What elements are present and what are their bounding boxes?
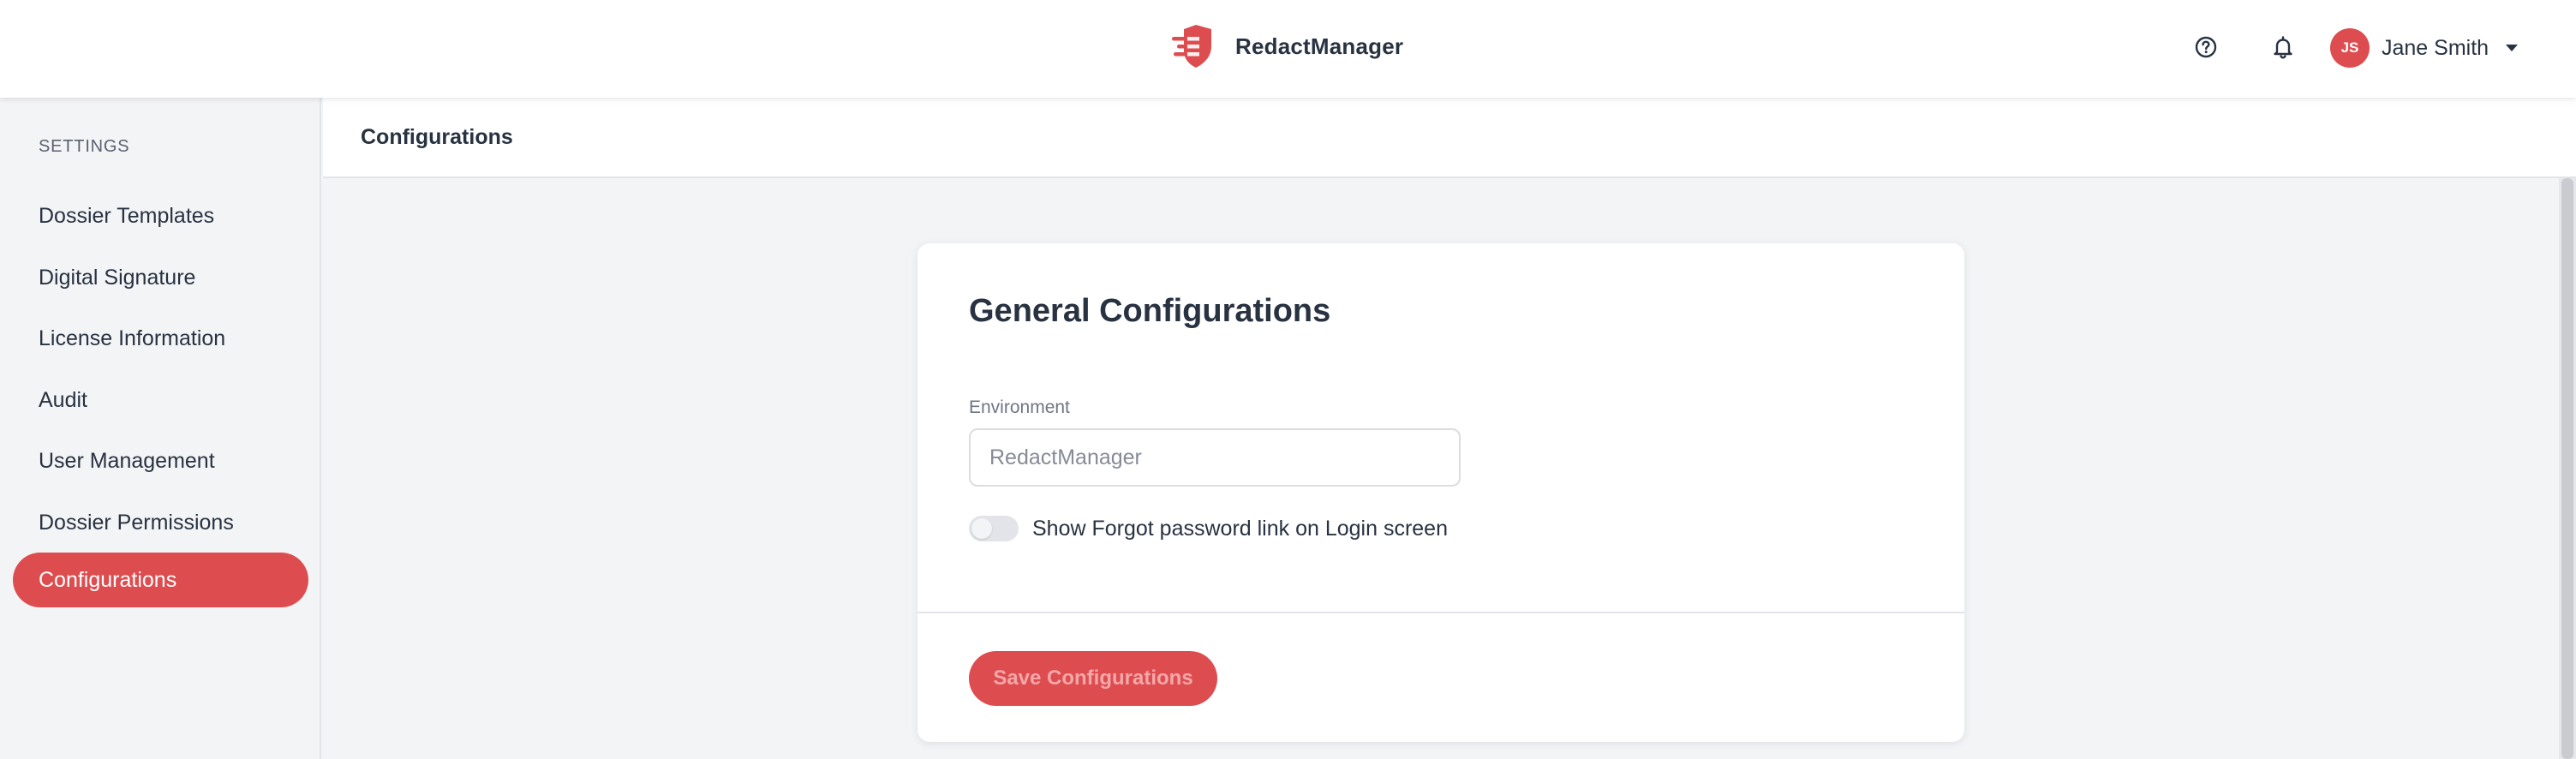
brand-name: RedactManager xyxy=(1235,33,1404,59)
sidebar-item-audit[interactable]: Audit xyxy=(13,373,308,427)
notifications-button[interactable] xyxy=(2268,32,2298,63)
brand-logo[interactable]: RedactManager xyxy=(1170,21,1403,72)
sidebar-item-license-information[interactable]: License Information xyxy=(13,311,308,366)
avatar: JS xyxy=(2330,28,2370,68)
caret-down-icon xyxy=(2506,45,2519,51)
sidebar-item-dossier-templates[interactable]: Dossier Templates xyxy=(13,188,308,243)
user-menu[interactable]: JS Jane Smith xyxy=(2330,27,2519,69)
question-circle-icon xyxy=(2195,36,2217,58)
settings-sidebar: SETTINGS Dossier Templates Digital Signa… xyxy=(0,98,321,759)
help-button[interactable] xyxy=(2190,32,2221,63)
sidebar-item-user-management[interactable]: User Management xyxy=(13,433,308,488)
page-title: Configurations xyxy=(361,124,513,149)
sidebar-item-dossier-permissions[interactable]: Dossier Permissions xyxy=(13,495,308,550)
sidebar-item-digital-signature[interactable]: Digital Signature xyxy=(13,250,308,305)
sidebar-item-configurations[interactable]: Configurations xyxy=(13,553,308,607)
top-bar: RedactManager JS Jane Smith xyxy=(0,0,2576,98)
card-divider xyxy=(917,612,1964,613)
toggle-knob xyxy=(971,518,992,539)
user-name: Jane Smith xyxy=(2382,35,2489,60)
page-header: Configurations xyxy=(323,98,2576,178)
scrollbar-thumb[interactable] xyxy=(2561,178,2573,759)
environment-label: Environment xyxy=(969,397,1070,417)
forgot-password-toggle[interactable] xyxy=(969,516,1019,541)
sidebar-heading: SETTINGS xyxy=(39,137,130,156)
bell-icon xyxy=(2274,36,2292,59)
card-title: General Configurations xyxy=(969,293,1331,329)
forgot-password-toggle-row: Show Forgot password link on Login scree… xyxy=(969,514,1448,543)
shield-logo-icon xyxy=(1172,25,1211,68)
forgot-password-toggle-label: Show Forgot password link on Login scree… xyxy=(1032,516,1448,541)
general-configurations-card: General Configurations Environment Show … xyxy=(917,243,1964,742)
save-configurations-button[interactable]: Save Configurations xyxy=(969,651,1217,706)
environment-input[interactable] xyxy=(969,428,1461,487)
